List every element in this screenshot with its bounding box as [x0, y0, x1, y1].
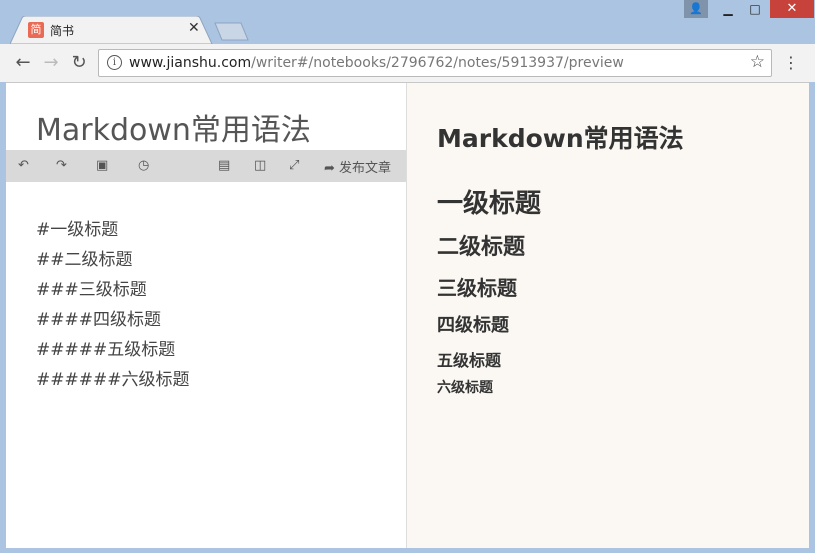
- fullscreen-icon[interactable]: ⤢: [289, 158, 299, 173]
- share-arrow-icon: ➦: [324, 161, 335, 176]
- browser-menu-icon[interactable]: ⋮: [783, 53, 799, 72]
- source-line: ####四级标题: [36, 310, 161, 330]
- preview-heading-4: 四级标题: [437, 315, 509, 336]
- user-profile-icon[interactable]: 👤: [684, 0, 708, 18]
- preview-title: Markdown常用语法: [437, 124, 684, 153]
- info-icon[interactable]: i: [107, 55, 122, 70]
- window-border-bottom: [0, 548, 815, 553]
- markdown-preview: Markdown常用语法 一级标题 二级标题 三级标题 四级标题 五级标题 六级…: [407, 83, 809, 548]
- page-content: Markdown常用语法 ↶ ↷ ▣ ◷ ▤ ◫ ⤢ ➦ 发布文章 #一级标题 …: [6, 83, 809, 548]
- window-titlebar: 简 简书 ✕ 👤 ▁ □ ✕: [0, 0, 815, 44]
- address-bar[interactable]: i www.jianshu.com/writer#/notebooks/2796…: [98, 49, 772, 77]
- close-window-button[interactable]: ✕: [770, 0, 814, 18]
- tab-close-icon[interactable]: ✕: [188, 20, 200, 36]
- image-icon[interactable]: ▣: [96, 158, 108, 173]
- source-line: ######六级标题: [36, 370, 190, 390]
- browser-tab[interactable]: 简 简书 ✕: [10, 16, 213, 44]
- source-line: ###三级标题: [36, 280, 147, 300]
- preview-heading-2: 二级标题: [437, 235, 526, 260]
- markdown-source[interactable]: #一级标题 ##二级标题 ###三级标题 ####四级标题 #####五级标题 …: [36, 215, 189, 395]
- browser-toolbar: ← → ↻ i www.jianshu.com/writer#/notebook…: [0, 44, 815, 83]
- redo-icon[interactable]: ↷: [56, 158, 67, 173]
- bookmark-star-icon[interactable]: ☆: [750, 52, 765, 72]
- tab-title: 简书: [50, 24, 75, 38]
- reload-icon[interactable]: ↻: [68, 52, 90, 74]
- history-clock-icon[interactable]: ◷: [138, 158, 149, 173]
- publish-label: 发布文章: [339, 161, 392, 176]
- forward-arrow-icon[interactable]: →: [40, 52, 62, 74]
- publish-button[interactable]: ➦ 发布文章: [324, 157, 391, 176]
- window-border-right: [809, 82, 815, 553]
- source-line: ##二级标题: [36, 250, 133, 270]
- editor-toolbar: ↶ ↷ ▣ ◷ ▤ ◫ ⤢ ➦ 发布文章: [6, 150, 406, 182]
- preview-heading-1: 一级标题: [437, 189, 542, 219]
- source-line: #一级标题: [36, 220, 119, 240]
- undo-icon[interactable]: ↶: [18, 158, 29, 173]
- note-title-input[interactable]: Markdown常用语法: [36, 105, 311, 149]
- preview-heading-6: 六级标题: [437, 380, 493, 396]
- markdown-editor: Markdown常用语法 ↶ ↷ ▣ ◷ ▤ ◫ ⤢ ➦ 发布文章 #一级标题 …: [6, 83, 407, 548]
- jianshu-favicon-icon: 简: [28, 22, 44, 38]
- preview-heading-5: 五级标题: [437, 351, 502, 370]
- split-view-icon[interactable]: ◫: [254, 158, 266, 173]
- minimize-button[interactable]: ▁: [715, 0, 741, 18]
- url-host: www.jianshu.com: [129, 55, 252, 71]
- back-arrow-icon[interactable]: ←: [12, 52, 34, 74]
- url-text[interactable]: www.jianshu.com/writer#/notebooks/279676…: [129, 55, 624, 71]
- source-line: #####五级标题: [36, 340, 176, 360]
- new-tab-button[interactable]: [214, 22, 250, 42]
- save-icon[interactable]: ▤: [218, 158, 230, 173]
- maximize-button[interactable]: □: [742, 0, 768, 18]
- preview-heading-3: 三级标题: [437, 276, 517, 300]
- url-path: /writer#/notebooks/2796762/notes/5913937…: [251, 55, 624, 71]
